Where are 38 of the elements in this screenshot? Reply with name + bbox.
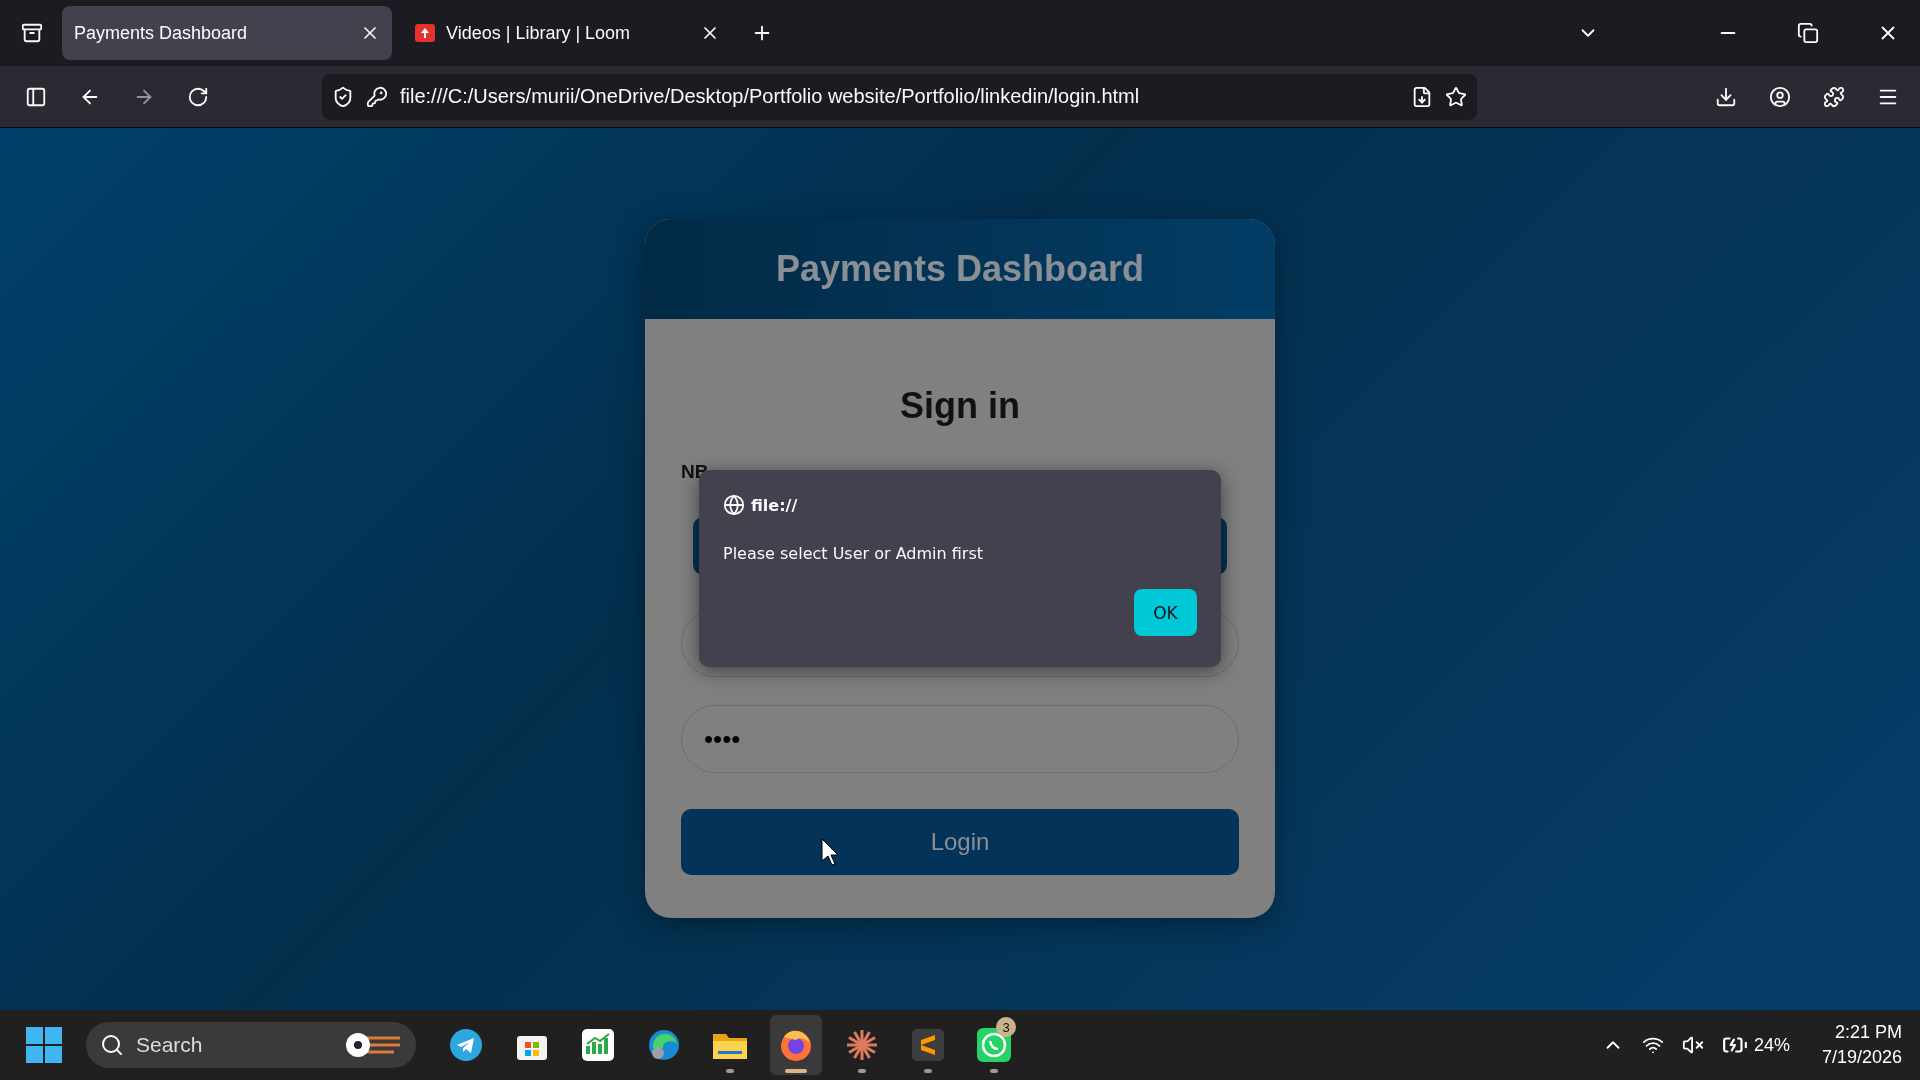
taskbar-app[interactable]: 3: [968, 1015, 1020, 1075]
bookmark-star-icon[interactable]: [1445, 85, 1467, 108]
taskbar-search[interactable]: Search: [86, 1022, 416, 1068]
login-button[interactable]: Login: [681, 809, 1239, 875]
restore-icon[interactable]: [1797, 22, 1819, 44]
video-icon: [414, 23, 436, 43]
ok-button[interactable]: OK: [1134, 589, 1197, 636]
code-editor-icon[interactable]: [911, 1028, 945, 1062]
starburst-icon[interactable]: [844, 1027, 880, 1063]
globe-icon: [723, 494, 745, 516]
taskbar-app[interactable]: [770, 1015, 822, 1075]
download-icon[interactable]: [1715, 85, 1737, 108]
search-icon: [100, 1033, 124, 1057]
notification-badge: 3: [996, 1017, 1016, 1037]
address-bar[interactable]: file:///C:/Users/murii/OneDrive/Desktop/Portfolio website/Portfolio/linkedin/login.html: [322, 73, 1477, 120]
download-page-icon[interactable]: [1411, 85, 1433, 108]
chart-icon[interactable]: [581, 1028, 615, 1062]
sign-in-heading: Sign in: [899, 385, 1021, 427]
tab-list-icon[interactable]: [21, 22, 43, 44]
dialog-origin: file://: [751, 495, 798, 515]
browser-icon[interactable]: [647, 1028, 681, 1062]
shield-icon[interactable]: [332, 85, 354, 108]
muted-speaker-icon[interactable]: [1681, 1034, 1704, 1056]
app-title: Payments Dashboard: [775, 248, 1145, 290]
reload-icon[interactable]: [187, 85, 209, 108]
mouse-cursor-icon: [821, 838, 839, 866]
browser-tab[interactable]: Videos | Library | Loom: [402, 6, 732, 60]
extensions-icon[interactable]: [1823, 85, 1845, 108]
clock[interactable]: 2:21 PM 7/19/2026: [1821, 1022, 1902, 1068]
account-icon[interactable]: [1769, 85, 1791, 108]
soccer-ball-icon: [344, 1030, 402, 1060]
windows-start-icon[interactable]: [26, 1027, 62, 1063]
dialog-message: Please select User or Admin first: [723, 544, 984, 563]
paper-plane-icon[interactable]: [449, 1028, 483, 1062]
browser-tab[interactable]: Payments Dashboard: [62, 6, 392, 60]
sidebar-icon[interactable]: [25, 85, 47, 108]
key-icon[interactable]: [366, 85, 388, 108]
battery-percent: 24%: [1753, 1034, 1790, 1056]
